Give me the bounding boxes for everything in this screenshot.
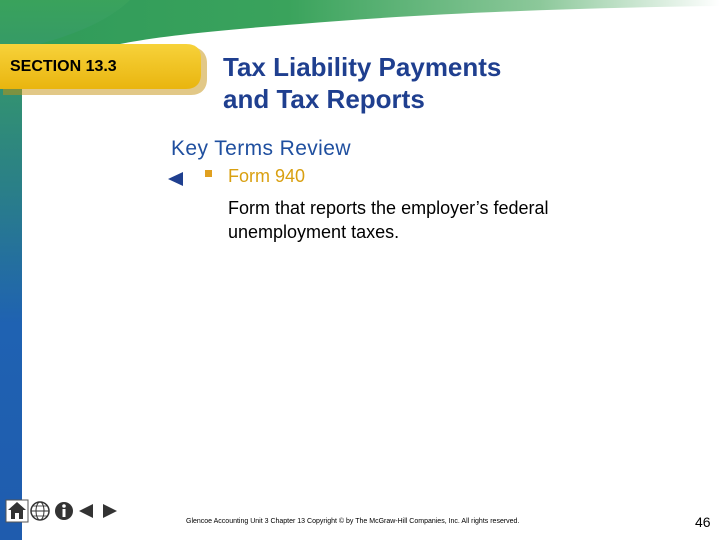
- title-line-1: Tax Liability Payments: [223, 52, 502, 82]
- copyright-footer: Glencoe Accounting Unit 3 Chapter 13 Cop…: [186, 518, 520, 525]
- home-icon[interactable]: [5, 499, 29, 523]
- section-label: SECTION 13.3: [10, 58, 117, 75]
- navigation-bar: [5, 497, 123, 523]
- slide: SECTION 13.3 Tax Liability Payments and …: [0, 0, 720, 540]
- slide-title: Tax Liability Payments and Tax Reports: [223, 51, 703, 115]
- term-name: Form 940: [228, 166, 306, 186]
- previous-arrow-icon[interactable]: [77, 499, 99, 521]
- term-definition: Form that reports the employer’s federal…: [228, 196, 648, 244]
- page-number: 46: [695, 514, 711, 530]
- definition-line-1: Form that reports the employer’s federal: [228, 198, 549, 218]
- back-triangle-icon[interactable]: [168, 172, 184, 186]
- next-arrow-icon[interactable]: [101, 499, 123, 521]
- title-line-2: and Tax Reports: [223, 84, 425, 114]
- info-icon[interactable]: [53, 499, 75, 521]
- bullet-icon: [205, 170, 212, 177]
- definition-line-2: unemployment taxes.: [228, 222, 400, 242]
- key-terms-heading: Key Terms Review: [171, 137, 351, 160]
- globe-icon[interactable]: [29, 499, 51, 521]
